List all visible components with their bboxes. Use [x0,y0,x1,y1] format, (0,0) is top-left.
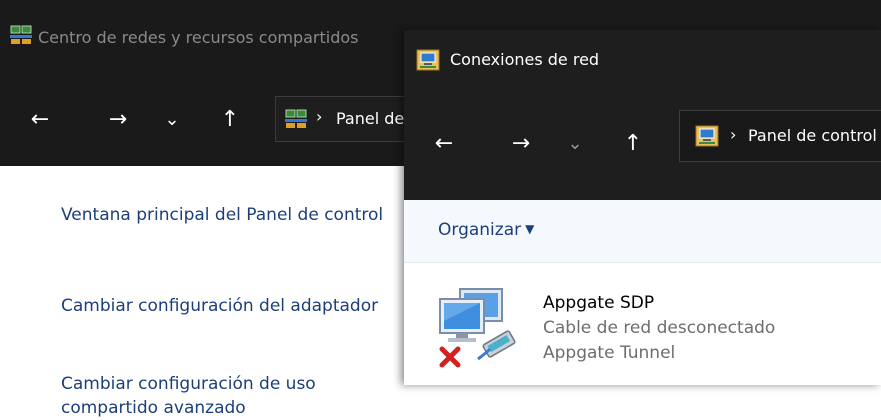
network-center-icon [10,25,32,44]
up-button[interactable]: ↑ [619,131,647,157]
network-connections-titlebar[interactable]: Conexiones de red [404,30,881,90]
dropdown-caret-icon: ▼ [525,222,535,236]
recent-locations-button[interactable]: ⌄ [561,131,589,157]
network-connections-title: Conexiones de red [450,50,600,69]
breadcrumb-separator: › [730,125,737,144]
network-adapter-disconnected-icon [439,288,516,368]
forward-button[interactable]: → [507,131,535,157]
forward-button[interactable]: → [104,107,132,133]
network-connections-icon [695,125,719,147]
up-button[interactable]: ↑ [216,107,244,133]
back-button[interactable]: ← [430,131,458,157]
tasks-pane: Ventana principal del Panel de control C… [0,166,404,418]
link-advanced-sharing-settings[interactable]: Cambiar configuración de uso compartido … [61,372,391,420]
link-change-adapter-settings[interactable]: Cambiar configuración del adaptador [61,294,391,318]
network-connections-navbar: ← → ⌄ ↑ › Panel de control [404,90,881,200]
command-bar: Organizar ▼ [404,200,881,263]
link-control-panel-home[interactable]: Ventana principal del Panel de control [61,203,391,227]
network-connections-window: Conexiones de red ← → ⌄ ↑ › Panel de con… [404,30,881,385]
connection-name: Appgate SDP [543,293,655,313]
recent-locations-button[interactable]: ⌄ [158,107,186,133]
network-center-icon [285,109,307,128]
address-bar[interactable]: › Panel de control [679,110,881,162]
connection-item[interactable]: Appgate SDP Cable de red desconectado Ap… [438,281,878,381]
network-connections-icon [416,49,440,71]
breadcrumb-control-panel[interactable]: Panel de control [748,126,877,145]
organize-button[interactable]: Organizar ▼ [438,220,534,240]
connection-status: Cable de red desconectado [543,318,776,338]
connections-list: Appgate SDP Cable de red desconectado Ap… [404,263,881,385]
network-center-title: Centro de redes y recursos compartidos [38,28,359,47]
breadcrumb-separator: › [316,107,323,126]
organize-label: Organizar [438,220,522,240]
connection-device: Appgate Tunnel [543,343,676,363]
back-button[interactable]: ← [26,107,54,133]
